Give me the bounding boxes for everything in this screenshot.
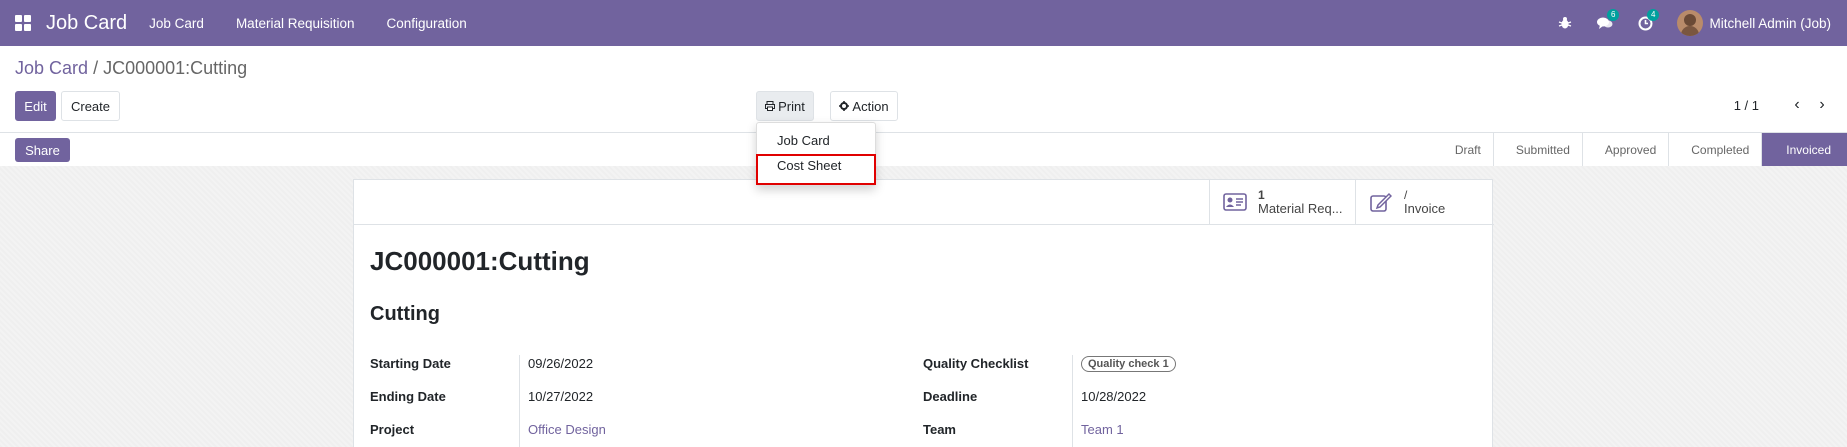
form-sheet: 1 Material Req... / Invoice JC000001:Cut… [353,179,1494,447]
deadline-label: Deadline [923,389,978,404]
invoice-value: / [1404,188,1408,202]
stage-pipeline: Draft Submitted Approved Completed Invoi… [1433,133,1847,167]
deadline-value[interactable]: 10/28/2022 [1081,389,1146,404]
ending-date-value[interactable]: 10/27/2022 [528,389,593,404]
action-button[interactable]: Action [830,91,898,121]
action-label: Action [852,98,889,114]
print-menu-item-job-card[interactable]: Job Card [777,133,830,148]
app-brand[interactable]: Job Card [46,12,127,35]
top-navbar: Job Card Job Card Material Requisition C… [0,0,1847,46]
project-label: Project [370,422,415,437]
apps-menu-icon[interactable] [0,0,46,46]
messages-badge: 6 [1607,9,1620,21]
breadcrumb-parent[interactable]: Job Card [15,58,88,78]
pager-previous-icon[interactable]: ‹ [1787,95,1807,115]
right-group-divider [1072,355,1073,447]
stage-draft[interactable]: Draft [1433,133,1493,167]
cost-sheet-highlight-box [756,154,876,185]
starting-date-value[interactable]: 09/26/2022 [528,356,593,371]
stage-approved[interactable]: Approved [1581,133,1668,167]
material-requisition-label: Material Req... [1258,201,1343,216]
starting-date-label: Starting Date [370,356,451,371]
project-link[interactable]: Office Design [528,422,606,437]
id-card-icon [1222,192,1248,212]
edit-button[interactable]: Edit [15,91,56,121]
stage-completed[interactable]: Completed [1668,133,1761,167]
user-name: Mitchell Admin (Job) [1709,15,1831,31]
activities-clock-icon[interactable]: 4 [1625,0,1665,46]
breadcrumb-current: JC000001:Cutting [103,58,248,78]
stage-invoiced[interactable]: Invoiced [1761,133,1847,167]
gear-icon [839,101,850,111]
ending-date-label: Ending Date [370,389,446,404]
user-menu[interactable]: Mitchell Admin (Job) [1677,10,1831,36]
record-subtitle: Cutting [370,303,440,325]
team-label: Team [923,422,956,437]
printer-icon [765,101,776,111]
material-requisition-smart-button[interactable]: 1 Material Req... [1209,180,1355,224]
left-group-divider [519,355,520,447]
menu-configuration[interactable]: Configuration [387,16,467,31]
invoice-smart-button[interactable]: / Invoice [1355,180,1494,224]
create-button[interactable]: Create [61,91,120,121]
smart-button-box: 1 Material Req... / Invoice [354,180,1494,225]
stage-submitted[interactable]: Submitted [1492,133,1582,167]
pager-next-icon[interactable]: › [1812,95,1832,115]
messages-icon[interactable]: 6 [1585,0,1625,46]
print-label: Print [778,98,805,114]
material-requisition-count: 1 [1258,188,1265,202]
activities-badge: 4 [1647,9,1660,21]
menu-material-requisition[interactable]: Material Requisition [236,16,355,31]
team-link[interactable]: Team 1 [1081,422,1124,437]
share-button[interactable]: Share [15,138,70,162]
debug-bug-icon[interactable] [1545,0,1585,46]
status-bar: Share Draft Submitted Approved Completed… [0,132,1847,167]
breadcrumb: Job Card / JC000001:Cutting [15,58,247,79]
breadcrumb-separator: / [93,58,99,78]
quality-checklist-label: Quality Checklist [923,356,1029,371]
edit-pencil-icon [1368,192,1394,212]
pager-value[interactable]: 1 / 1 [1734,98,1759,113]
invoice-label: Invoice [1404,201,1446,216]
menu-job-card[interactable]: Job Card [149,16,204,31]
avatar [1677,10,1704,36]
quality-check-tag[interactable]: Quality check 1 [1081,356,1176,372]
print-button[interactable]: Print [756,91,814,121]
record-title: JC000001:Cutting [370,246,590,276]
